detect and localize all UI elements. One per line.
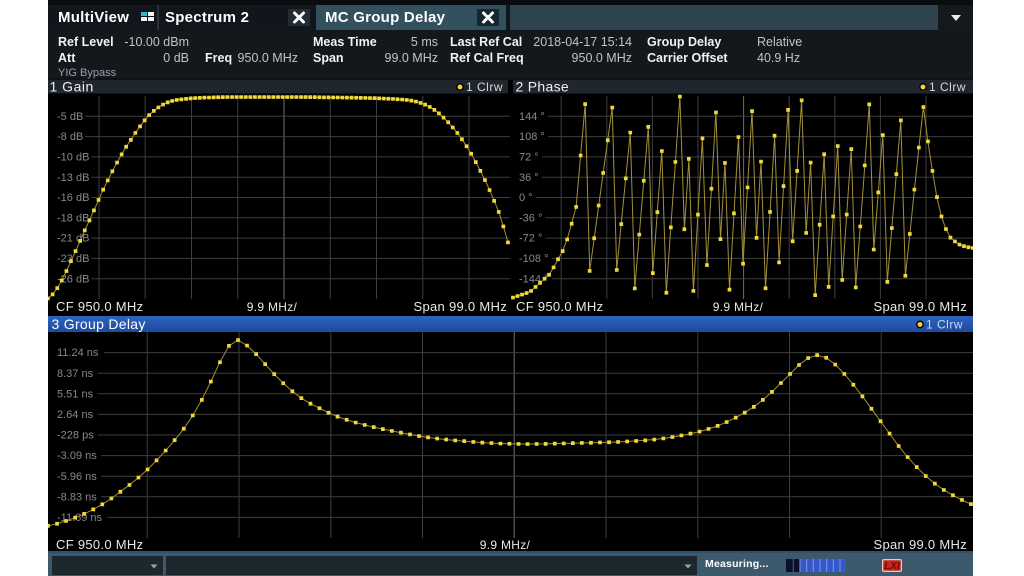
svg-text:-8.83 ns: -8.83 ns bbox=[57, 491, 97, 503]
svg-text:108 °: 108 ° bbox=[519, 131, 545, 143]
svg-text:CF 950.0 MHz: CF 950.0 MHz bbox=[56, 537, 143, 551]
svg-text:-16 dB: -16 dB bbox=[57, 192, 89, 204]
svg-text:-36 °: -36 ° bbox=[519, 212, 542, 224]
svg-text:2 Phase: 2 Phase bbox=[516, 80, 569, 95]
svg-text:1 Clrw: 1 Clrw bbox=[929, 80, 966, 94]
svg-text:0 °: 0 ° bbox=[519, 192, 533, 204]
svg-text:-228 ps: -228 ps bbox=[57, 430, 94, 442]
svg-text:-11.69 ns: -11.69 ns bbox=[57, 512, 103, 524]
svg-text:-23 dB: -23 dB bbox=[57, 253, 89, 265]
svg-text:-3.09 ns: -3.09 ns bbox=[57, 450, 97, 462]
svg-text:36 °: 36 ° bbox=[519, 172, 539, 184]
svg-text:11.24 ns: 11.24 ns bbox=[57, 347, 99, 359]
svg-text:1 Clrw: 1 Clrw bbox=[926, 318, 963, 332]
svg-text:144 °: 144 ° bbox=[519, 111, 545, 123]
svg-text:CF 950.0 MHz: CF 950.0 MHz bbox=[516, 299, 603, 314]
svg-text:-72 °: -72 ° bbox=[519, 233, 542, 245]
svg-text:-108 °: -108 ° bbox=[519, 253, 548, 265]
svg-text:Span 99.0 MHz: Span 99.0 MHz bbox=[873, 299, 967, 314]
svg-text:-5 dB: -5 dB bbox=[57, 111, 83, 123]
svg-text:3 Group Delay: 3 Group Delay bbox=[52, 316, 146, 332]
svg-text:-18 dB: -18 dB bbox=[57, 212, 89, 224]
svg-text:9.9 MHz/: 9.9 MHz/ bbox=[713, 300, 764, 314]
svg-text:Span 99.0 MHz: Span 99.0 MHz bbox=[873, 537, 967, 551]
svg-text:-21 dB: -21 dB bbox=[57, 233, 89, 245]
svg-text:1 Gain: 1 Gain bbox=[50, 80, 94, 95]
svg-text:-8 dB: -8 dB bbox=[57, 131, 83, 143]
svg-text:-10 dB: -10 dB bbox=[57, 152, 89, 164]
svg-text:-5.96 ns: -5.96 ns bbox=[57, 471, 97, 483]
svg-text:LXI: LXI bbox=[884, 561, 900, 572]
svg-text:CF 950.0 MHz: CF 950.0 MHz bbox=[56, 299, 143, 314]
svg-text:8.37 ns: 8.37 ns bbox=[57, 368, 94, 380]
svg-text:Span 99.0 MHz: Span 99.0 MHz bbox=[413, 299, 507, 314]
svg-text:2.64 ns: 2.64 ns bbox=[57, 409, 94, 421]
svg-text:-13 dB: -13 dB bbox=[57, 172, 89, 184]
svg-text:5.51 ns: 5.51 ns bbox=[57, 388, 94, 400]
svg-text:1 Clrw: 1 Clrw bbox=[466, 80, 503, 94]
svg-text:9.9 MHz/: 9.9 MHz/ bbox=[247, 300, 298, 314]
svg-text:72 °: 72 ° bbox=[519, 152, 539, 164]
svg-text:9.9 MHz/: 9.9 MHz/ bbox=[480, 538, 531, 551]
